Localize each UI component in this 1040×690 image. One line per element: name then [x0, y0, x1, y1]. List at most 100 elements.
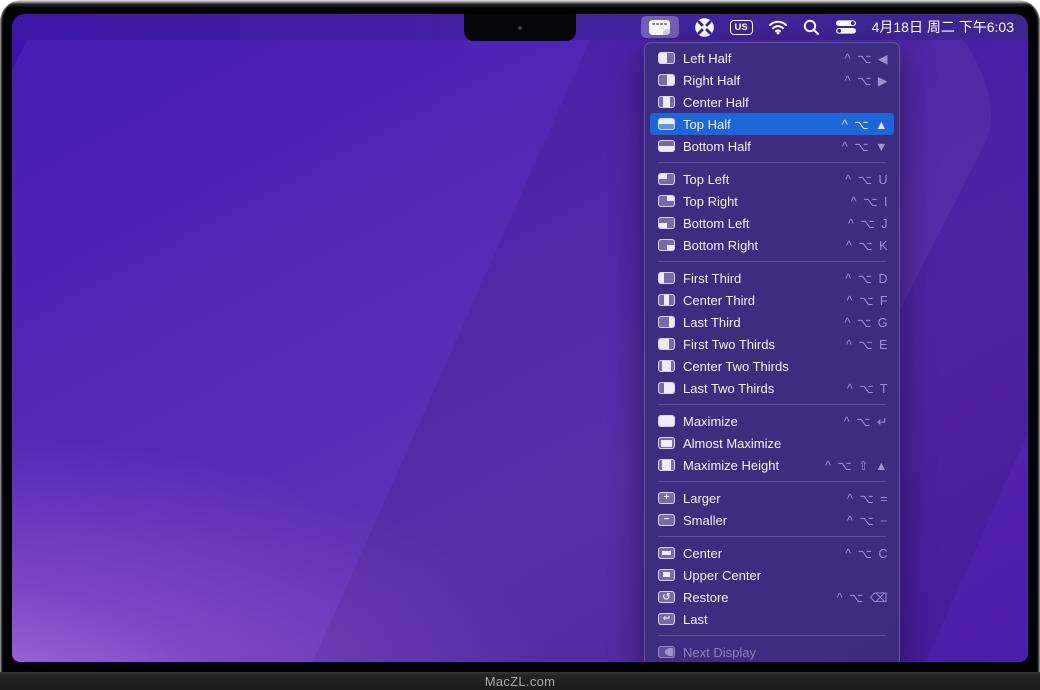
- menu-item-bottom-left[interactable]: Bottom Left ^ ⌥ J: [650, 212, 894, 234]
- menu-item-label: Next Display: [683, 645, 756, 660]
- menu-item-label: Bottom Right: [683, 238, 758, 253]
- menu-item-first-third[interactable]: First Third ^ ⌥ D: [650, 267, 894, 289]
- camera-notch: [464, 14, 576, 41]
- right-half-icon: [658, 74, 675, 86]
- menu-item-center[interactable]: Center ^ ⌥ C: [650, 542, 894, 564]
- last-two-thirds-icon: [658, 382, 675, 394]
- menu-item-shortcut: ^ ⌥ J: [848, 216, 889, 231]
- menu-item-label: Left Half: [683, 51, 731, 66]
- upper-center-icon: [658, 569, 675, 581]
- left-half-icon: [658, 52, 675, 64]
- menu-item-label: Upper Center: [683, 568, 761, 583]
- center-half-icon: [658, 96, 675, 108]
- center-icon: [658, 547, 675, 559]
- menu-item-shortcut: ^ ⌥ ▼: [842, 139, 889, 154]
- menu-item-label: Bottom Half: [683, 139, 751, 154]
- menu-item-label: Larger: [683, 491, 721, 506]
- menu-item-shortcut: ^ ⌥ =: [847, 491, 889, 506]
- menu-item-label: First Third: [683, 271, 741, 286]
- menu-item-top-half[interactable]: Top Half ^ ⌥ ▲: [650, 113, 894, 135]
- menu-item-restore[interactable]: Restore ^ ⌥ ⌫: [650, 586, 894, 608]
- status-icons-cluster: US: [641, 14, 1014, 40]
- top-left-icon: [658, 173, 675, 185]
- menu-item-shortcut: ^ ⌥ D: [845, 271, 889, 286]
- menu-item-maximize[interactable]: Maximize^ ⌥ ↵: [650, 410, 894, 432]
- camera-dot: [518, 26, 522, 30]
- last-icon: [658, 613, 675, 625]
- maximize-icon: [658, 415, 675, 427]
- menu-separator: [658, 481, 886, 482]
- menu-item-last[interactable]: Last: [650, 608, 894, 630]
- menu-item-shortcut: ^ ⌥ ↵: [844, 414, 889, 429]
- menu-item-label: Top Left: [683, 172, 729, 187]
- menu-item-last-third[interactable]: Last Third ^ ⌥ G: [650, 311, 894, 333]
- menu-item-top-left[interactable]: Top Left^ ⌥ U: [650, 168, 894, 190]
- laptop-chin: MacZL.com: [0, 672, 1040, 690]
- menubar-clock[interactable]: 4月18日 周二 下午6:03: [872, 17, 1014, 37]
- menu-separator: [658, 162, 886, 163]
- menu-item-center-half[interactable]: Center Half: [650, 91, 894, 113]
- menu-item-label: Top Half: [683, 117, 731, 132]
- menu-item-first-two-thirds[interactable]: First Two Thirds ^ ⌥ E: [650, 333, 894, 355]
- menu-item-label: Right Half: [683, 73, 740, 88]
- menu-item-shortcut: ^ ⌥ C: [845, 546, 889, 561]
- fan-icon[interactable]: [694, 17, 715, 38]
- bottom-right-icon: [658, 239, 675, 251]
- menu-item-bottom-half[interactable]: Bottom Half ^ ⌥ ▼: [650, 135, 894, 157]
- wifi-icon[interactable]: [768, 19, 788, 35]
- menu-item-shortcut: ^ ⌥ ◀: [845, 51, 889, 66]
- rectangle-app-menubar-button[interactable]: [641, 16, 679, 38]
- smaller-icon: [658, 514, 675, 526]
- center-two-thirds-icon: [658, 360, 675, 372]
- menu-item-label: Center Half: [683, 95, 749, 110]
- first-third-icon: [658, 272, 675, 284]
- menu-item-last-two-thirds[interactable]: Last Two Thirds^ ⌥ T: [650, 377, 894, 399]
- top-right-icon: [658, 195, 675, 207]
- menu-item-label: Center: [683, 546, 722, 561]
- watermark-text: MacZL.com: [485, 674, 556, 689]
- menu-item-center-two-thirds[interactable]: Center Two Thirds: [650, 355, 894, 377]
- menu-item-label: Last Third: [683, 315, 741, 330]
- menu-item-smaller[interactable]: Smaller^ ⌥ −: [650, 509, 894, 531]
- menu-item-next-display: Next Display: [650, 641, 894, 662]
- center-third-icon: [658, 294, 675, 306]
- menu-item-label: Last: [683, 612, 708, 627]
- menu-item-shortcut: ^ ⌥ ⌫: [837, 590, 889, 605]
- menu-separator: [658, 635, 886, 636]
- menu-item-shortcut: ^ ⌥ ▶: [845, 73, 889, 88]
- rectangle-menu: Left Half ^ ⌥ ◀ Right Half ^ ⌥ ▶ Center Half…: [644, 42, 900, 662]
- menu-item-shortcut: ^ ⌥ ▲: [842, 117, 889, 132]
- menu-item-bottom-right[interactable]: Bottom Right ^ ⌥ K: [650, 234, 894, 256]
- control-center-icon[interactable]: [835, 19, 857, 35]
- menu-item-left-half[interactable]: Left Half ^ ⌥ ◀: [650, 47, 894, 69]
- menu-item-label: Center Third: [683, 293, 755, 308]
- menu-item-label: First Two Thirds: [683, 337, 775, 352]
- menu-item-shortcut: ^ ⌥ K: [846, 238, 889, 253]
- menu-separator: [658, 536, 886, 537]
- menu-item-label: Almost Maximize: [683, 436, 781, 451]
- menu-item-label: Top Right: [683, 194, 738, 209]
- menu-item-right-half[interactable]: Right Half ^ ⌥ ▶: [650, 69, 894, 91]
- menu-item-almost-maximize[interactable]: Almost Maximize: [650, 432, 894, 454]
- menu-item-maximize-height[interactable]: Maximize Height^ ⌥ ⇧ ▲: [650, 454, 894, 476]
- almost-maximize-icon: [658, 437, 675, 449]
- menu-item-top-right[interactable]: Top Right^ ⌥ I: [650, 190, 894, 212]
- menu-item-label: Bottom Left: [683, 216, 749, 231]
- menu-item-shortcut: ^ ⌥ G: [845, 315, 889, 330]
- first-two-thirds-icon: [658, 338, 675, 350]
- bottom-half-icon: [658, 140, 675, 152]
- menu-separator: [658, 404, 886, 405]
- menu-item-larger[interactable]: Larger ^ ⌥ =: [650, 487, 894, 509]
- next-display-icon: [658, 646, 675, 658]
- menu-item-upper-center[interactable]: Upper Center: [650, 564, 894, 586]
- input-source-badge[interactable]: US: [730, 20, 753, 35]
- menu-item-shortcut: ^ ⌥ E: [846, 337, 889, 352]
- macbook-frame: US: [0, 0, 1040, 690]
- menu-item-shortcut: ^ ⌥ ⇧ ▲: [825, 458, 889, 473]
- spotlight-search-icon[interactable]: [803, 19, 820, 36]
- menu-item-label: Center Two Thirds: [683, 359, 789, 374]
- menu-item-center-third[interactable]: Center Third ^ ⌥ F: [650, 289, 894, 311]
- menu-item-shortcut: ^ ⌥ F: [847, 293, 889, 308]
- menu-item-label: Smaller: [683, 513, 727, 528]
- menu-item-label: Restore: [683, 590, 729, 605]
